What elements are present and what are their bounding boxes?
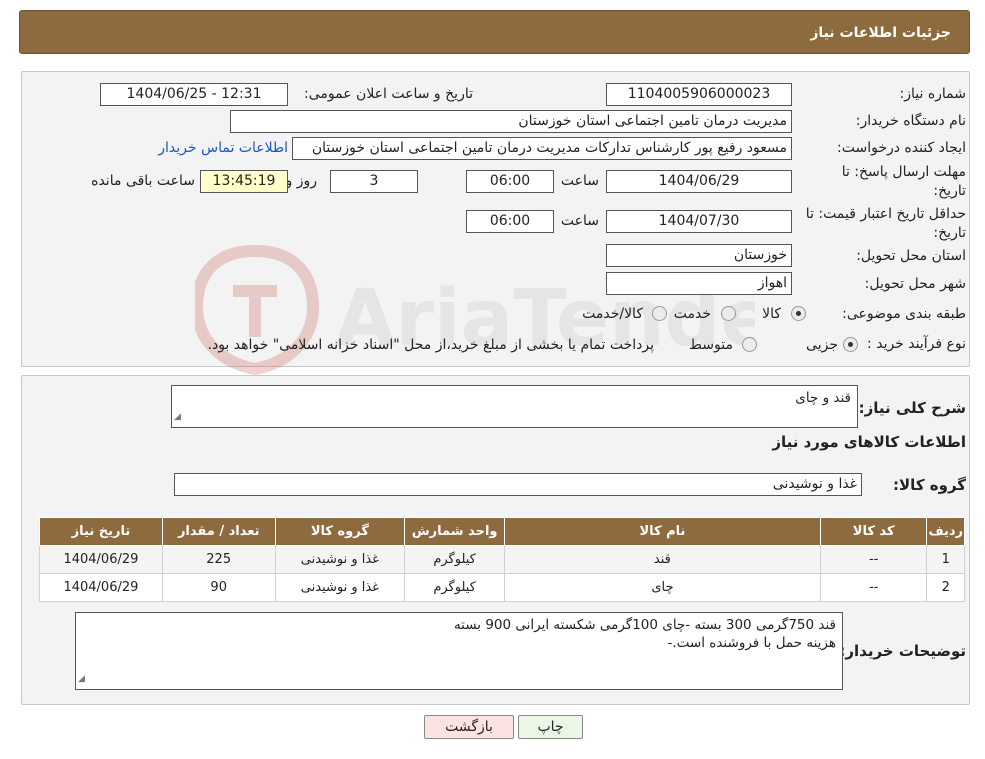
buyer-notes-line1: قند 750گرمی 300 بسته -چای 100گرمی شکسته … <box>453 617 836 633</box>
buyer-org-label: نام دستگاه خریدار: <box>855 113 966 129</box>
need-number-label: شماره نیاز: <box>899 86 967 102</box>
deadline-label-line2: تاریخ: <box>933 183 966 199</box>
back-button[interactable]: بازگشت <box>424 715 514 739</box>
process-payment-note: پرداخت تمام یا بخشی از مبلغ خرید،از محل … <box>207 337 654 353</box>
category-service-radio[interactable] <box>721 306 736 321</box>
col-header-group: گروه کالا <box>274 517 406 546</box>
cell-quantity: 90 <box>161 573 276 602</box>
days-remaining-field: 3 <box>330 170 418 193</box>
page-header: جزئیات اطلاعات نیاز <box>19 10 970 54</box>
city-field: اهواز <box>606 272 792 295</box>
col-header-quantity: تعداد / مقدار <box>161 517 276 546</box>
cell-unit: کیلوگرم <box>404 545 506 574</box>
col-header-name: نام کالا <box>504 517 821 546</box>
category-label: طبقه بندی موضوعی: <box>842 306 966 322</box>
process-medium-label: متوسط <box>689 337 733 353</box>
table-row: 2 -- چای کیلوگرم غذا و نوشیدنی 90 1404/0… <box>39 573 965 602</box>
category-goods-service-radio[interactable] <box>652 306 667 321</box>
col-header-row: ردیف <box>926 517 965 546</box>
cell-name: قند <box>504 545 821 574</box>
buyer-notes-label: توضیحات خریدار: <box>839 642 966 660</box>
cell-date: 1404/06/29 <box>39 573 163 602</box>
validity-date-field: 1404/07/30 <box>606 210 792 233</box>
summary-textarea[interactable]: قند و چای ◢ <box>171 385 858 428</box>
cell-code: -- <box>819 573 928 602</box>
print-button[interactable]: چاپ <box>518 715 583 739</box>
cell-group: غذا و نوشیدنی <box>274 545 406 574</box>
cell-code: -- <box>819 545 928 574</box>
deadline-time-label: ساعت <box>560 173 599 189</box>
goods-info-title: اطلاعات کالاهای مورد نیاز <box>772 433 966 451</box>
process-minor-label: جزیی <box>806 337 838 353</box>
city-label: شهر محل تحویل: <box>864 276 966 292</box>
remaining-time-label: ساعت باقی مانده <box>91 173 195 189</box>
goods-table: ردیف کد کالا نام کالا واحد شمارش گروه کا… <box>39 517 965 602</box>
deadline-label: مهلت ارسال پاسخ: تا تاریخ: <box>842 163 966 201</box>
summary-label: شرح کلی نیاز: <box>858 399 966 417</box>
category-goods-service-label: کالا/خدمت <box>582 306 643 322</box>
category-goods-label: کالا <box>762 306 781 322</box>
category-goods-radio[interactable] <box>791 306 806 321</box>
cell-name: چای <box>504 573 821 602</box>
summary-text: قند و چای <box>795 390 851 406</box>
page-title: جزئیات اطلاعات نیاز <box>810 25 951 41</box>
col-header-date: تاریخ نیاز <box>39 517 163 546</box>
cell-unit: کیلوگرم <box>404 573 506 602</box>
province-label: استان محل تحویل: <box>856 248 966 264</box>
buyer-notes-line2: هزینه حمل با فروشنده است.- <box>667 635 837 651</box>
validity-label: حداقل تاریخ اعتبار قیمت: تا تاریخ: <box>806 205 966 243</box>
validity-label-line1: حداقل تاریخ اعتبار قیمت: تا <box>805 206 966 222</box>
goods-group-field: غذا و نوشیدنی <box>174 473 862 496</box>
deadline-time-field: 06:00 <box>466 170 554 193</box>
buyer-contact-link[interactable]: اطلاعات تماس خریدار <box>158 140 288 156</box>
announce-label: تاریخ و ساعت اعلان عمومی: <box>304 86 473 102</box>
validity-time-label: ساعت <box>560 213 599 229</box>
cell-group: غذا و نوشیدنی <box>274 573 406 602</box>
resize-grip-icon[interactable]: ◢ <box>78 670 85 688</box>
process-label: نوع فرآیند خرید : <box>867 336 966 352</box>
goods-group-label: گروه کالا: <box>893 476 966 494</box>
province-field: خوزستان <box>606 244 792 267</box>
col-header-code: کد کالا <box>819 517 928 546</box>
remaining-time-field: 13:45:19 <box>200 170 288 193</box>
process-medium-radio[interactable] <box>742 337 757 352</box>
creator-field: مسعود رفیع پور کارشناس تدارکات مدیریت در… <box>292 137 792 160</box>
resize-grip-icon[interactable]: ◢ <box>174 408 181 426</box>
goods-table-header-row: ردیف کد کالا نام کالا واحد شمارش گروه کا… <box>39 517 965 546</box>
days-label: روز و <box>285 173 318 189</box>
need-number-field: 1104005906000023 <box>606 83 792 106</box>
validity-label-line2: تاریخ: <box>933 225 966 241</box>
deadline-date-field: 1404/06/29 <box>606 170 792 193</box>
cell-row: 1 <box>926 545 965 574</box>
cell-date: 1404/06/29 <box>39 545 163 574</box>
creator-label: ایجاد کننده درخواست: <box>837 140 966 156</box>
table-row: 1 -- قند کیلوگرم غذا و نوشیدنی 225 1404/… <box>39 545 965 574</box>
category-service-label: خدمت <box>673 306 711 322</box>
cell-row: 2 <box>926 573 965 602</box>
validity-time-field: 06:00 <box>466 210 554 233</box>
col-header-unit: واحد شمارش <box>404 517 506 546</box>
announce-field: 1404/06/25 - 12:31 <box>100 83 288 106</box>
process-minor-radio[interactable] <box>843 337 858 352</box>
deadline-label-line1: مهلت ارسال پاسخ: تا <box>841 164 966 180</box>
buyer-org-field: مدیریت درمان تامین اجتماعی استان خوزستان <box>230 110 792 133</box>
cell-quantity: 225 <box>161 545 276 574</box>
buyer-notes-textarea[interactable]: قند 750گرمی 300 بسته -چای 100گرمی شکسته … <box>75 612 843 690</box>
